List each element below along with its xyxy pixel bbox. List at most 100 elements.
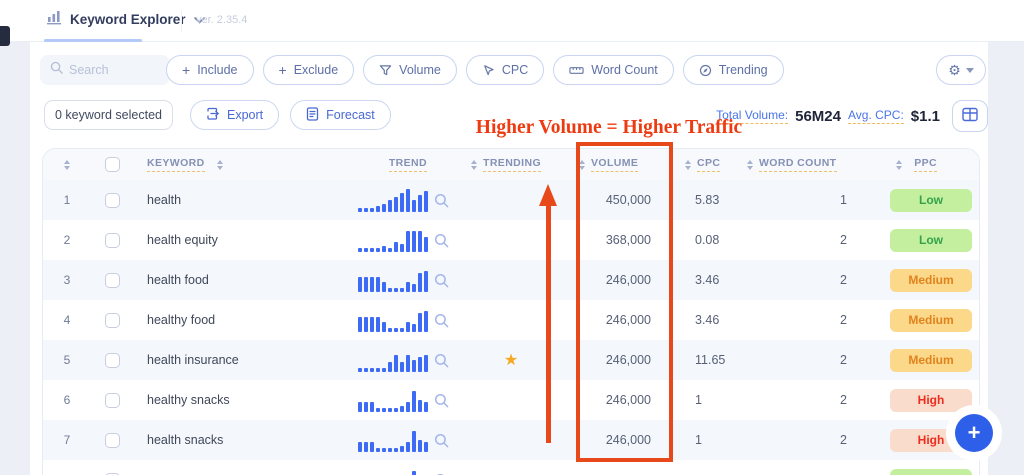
- table-row[interactable]: 3 health food 246,000 3.46 2 Medium: [43, 260, 979, 300]
- trending-star-icon: ★: [503, 352, 519, 369]
- export-icon: [206, 107, 220, 124]
- cpc-cell: 0.08: [695, 233, 720, 247]
- search-input[interactable]: [69, 63, 159, 77]
- header-volume[interactable]: VOLUME: [561, 157, 679, 172]
- ppc-badge: Low: [890, 188, 972, 212]
- volume-cell: 246,000: [605, 353, 651, 367]
- page-background-strip: [988, 42, 1024, 475]
- trend-sparkline: [358, 308, 428, 332]
- row-checkbox[interactable]: [104, 192, 120, 208]
- filter-button-word-count[interactable]: Word Count: [553, 55, 674, 85]
- header-trending[interactable]: TRENDING: [461, 157, 561, 172]
- avg-cpc-label: Avg. CPC:: [847, 108, 904, 124]
- keyword-cell: healthy food: [147, 313, 216, 327]
- table-row[interactable]: 5 health insurance ★ 246,000 11.65 2 Medium: [43, 340, 979, 380]
- table-row[interactable]: 2 health equity 368,000 0.08 2 Low: [43, 220, 979, 260]
- trend-sparkline: [358, 388, 428, 412]
- cpc-cell: 5.83: [695, 193, 720, 207]
- table-row[interactable]: 4 healthy food 246,000 3.46 2 Medium: [43, 300, 979, 340]
- caret-down-icon: [965, 67, 974, 73]
- bar-chart-icon: [46, 9, 62, 30]
- select-all-checkbox[interactable]: [104, 157, 120, 172]
- search-keyword-icon[interactable]: [434, 393, 449, 408]
- plus-icon: +: [278, 62, 287, 78]
- ppc-badge: Low: [890, 228, 972, 252]
- word-count-cell: 2: [840, 353, 847, 367]
- word-count-cell: 2: [840, 233, 847, 247]
- annotation-arrow-line: [546, 205, 551, 443]
- trend-sparkline: [358, 228, 428, 252]
- trend-sparkline: [358, 428, 428, 452]
- row-checkbox[interactable]: [104, 352, 120, 368]
- table-header-row: KEYWORD TREND TRENDING VOLUME CPC WORD C…: [43, 149, 979, 180]
- forecast-label: Forecast: [326, 108, 375, 122]
- add-button[interactable]: +: [955, 414, 993, 452]
- table-row[interactable]: 7 health snacks 246,000 1 2 High: [43, 420, 979, 460]
- keyword-cell: health food: [147, 273, 209, 287]
- search-keyword-icon[interactable]: [434, 353, 449, 368]
- row-checkbox[interactable]: [104, 232, 120, 248]
- table-row[interactable]: 1 health 450,000 5.83 1 Low: [43, 180, 979, 220]
- trend-sparkline: [358, 268, 428, 292]
- app-title: Keyword Explorer: [70, 12, 186, 27]
- row-number: 1: [63, 193, 71, 207]
- search-keyword-icon[interactable]: [434, 433, 449, 448]
- filter-button-cpc[interactable]: CPC: [465, 55, 545, 85]
- settings-button[interactable]: ⚙: [936, 55, 986, 85]
- ppc-badge: Medium: [890, 348, 972, 372]
- row-number: 7: [63, 433, 71, 447]
- header-cpc[interactable]: CPC: [679, 157, 739, 172]
- search-keyword-icon[interactable]: [434, 193, 449, 208]
- row-checkbox[interactable]: [104, 432, 120, 448]
- cpc-cell: 11.65: [695, 353, 726, 367]
- cpc-cell: 1: [695, 433, 702, 447]
- header-word-count[interactable]: WORD COUNT: [739, 157, 881, 172]
- row-checkbox[interactable]: [104, 312, 120, 328]
- keyword-cell: health insurance: [147, 353, 239, 367]
- ppc-badge: Medium: [890, 268, 972, 292]
- keyword-cell: healthy snacks: [147, 393, 230, 407]
- filter-button-exclude[interactable]: + Exclude: [262, 55, 355, 85]
- row-number: 2: [63, 233, 71, 247]
- version-label: ver. 2.35.4: [196, 14, 248, 26]
- filter-button-trending[interactable]: Trending: [682, 55, 784, 85]
- header-sort-all[interactable]: [43, 159, 91, 170]
- export-button[interactable]: Export: [190, 100, 280, 130]
- selected-count-box[interactable]: 0 keyword selected: [44, 100, 173, 130]
- forecast-button[interactable]: Forecast: [290, 100, 391, 130]
- plus-icon: +: [967, 420, 981, 445]
- search-keyword-icon[interactable]: [434, 233, 449, 248]
- click-pointer-icon: [484, 64, 494, 75]
- search-keyword-icon[interactable]: [434, 313, 449, 328]
- search-box[interactable]: [40, 55, 170, 85]
- volume-cell: 450,000: [605, 193, 651, 207]
- word-count-cell: 2: [840, 393, 847, 407]
- total-volume-value: 56M24: [795, 107, 841, 125]
- table-row[interactable]: 6 healthy snacks 246,000 1 2 High: [43, 380, 979, 420]
- active-tab-underline: [44, 39, 142, 42]
- row-number: 5: [63, 353, 71, 367]
- row-number: 3: [63, 273, 71, 287]
- trend-sparkline: [358, 188, 428, 212]
- search-keyword-icon[interactable]: [434, 273, 449, 288]
- row-checkbox[interactable]: [104, 392, 120, 408]
- funnel-icon: [379, 64, 392, 75]
- compass-icon: [699, 64, 711, 76]
- header-trend[interactable]: TREND: [333, 157, 461, 172]
- volume-cell: 246,000: [605, 433, 651, 447]
- filter-button-label: Include: [197, 63, 238, 77]
- filter-button-include[interactable]: + Include: [166, 55, 254, 85]
- word-count-cell: 1: [840, 193, 847, 207]
- table-row[interactable]: Low: [43, 460, 979, 475]
- row-checkbox[interactable]: [104, 272, 120, 288]
- trend-sparkline: [358, 348, 428, 372]
- header-keyword[interactable]: KEYWORD: [133, 157, 333, 172]
- filter-button-volume[interactable]: Volume: [363, 55, 457, 85]
- window-edge-sliver: [0, 26, 10, 46]
- column-settings-button[interactable]: [952, 100, 988, 132]
- word-count-cell: 2: [840, 433, 847, 447]
- trend-sparkline: [358, 468, 428, 475]
- filter-button-label: Trending: [718, 63, 768, 77]
- header-ppc[interactable]: PPC: [881, 157, 979, 172]
- annotation-arrow-head: [539, 184, 557, 206]
